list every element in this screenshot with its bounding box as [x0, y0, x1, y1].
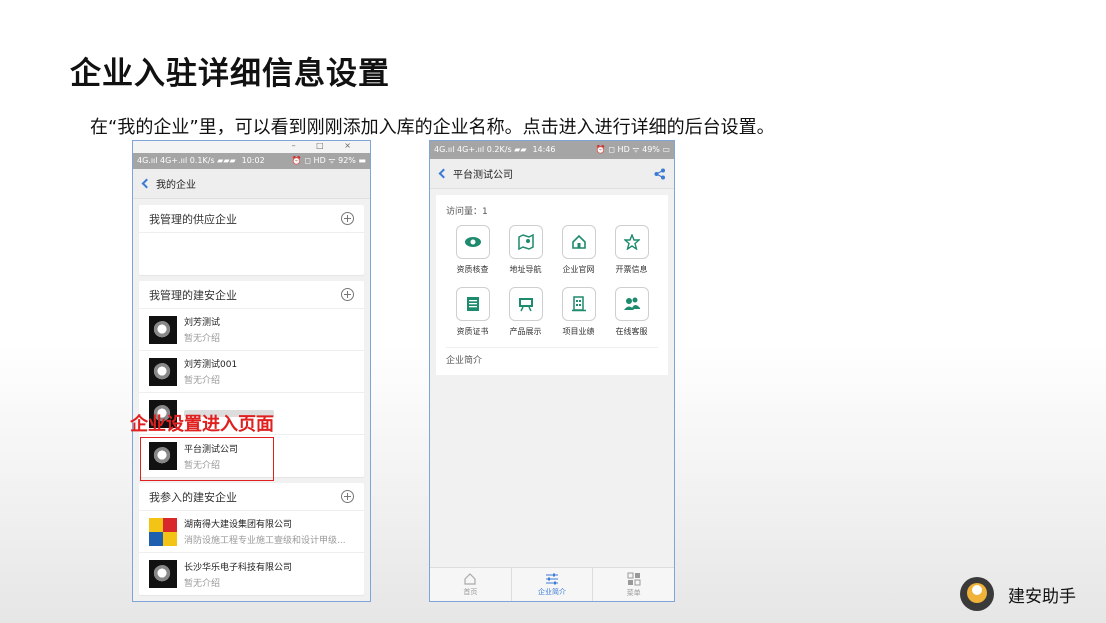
slide-description: 在“我的企业”里，可以看到刚刚添加入库的企业名称。点击进入进行详细的后台设置。 — [90, 117, 775, 138]
tile-label: 地址导航 — [509, 265, 542, 274]
add-circle-icon[interactable] — [341, 288, 354, 301]
company-desc: 消防设施工程专业施工壹级和设计甲级... — [184, 536, 346, 546]
company-intro-label[interactable]: 企业简介 — [446, 347, 658, 375]
nav-bar: 我的企业 — [133, 169, 370, 199]
back-icon[interactable] — [141, 178, 152, 189]
tile-label: 产品展示 — [509, 327, 542, 336]
nav-title: 平台测试公司 — [453, 170, 513, 181]
status-bar: 4G.ııl 4G+.ııl 0.1K/s ▰▰▰ 10:02 ⏰ ◻ HD ᯤ … — [133, 153, 370, 169]
tile-label: 资质核查 — [456, 265, 489, 274]
grid-icon — [627, 572, 641, 585]
tile-label: 资质证书 — [456, 327, 489, 336]
status-bar: 4G.ııl 4G+.ııl 0.2K/s ▰▰ 14:46 ⏰ ◻ HD ᯤ 4… — [430, 141, 674, 159]
brand: 建安助手 — [960, 577, 1076, 611]
eye-icon — [455, 225, 490, 259]
company-name: 刘芳测试 — [184, 318, 221, 328]
users-icon — [614, 287, 649, 321]
nav-title: 我的企业 — [156, 180, 196, 191]
window-controls[interactable]: – □ × — [292, 141, 360, 150]
annotation-label: 企业设置进入页面 — [130, 414, 274, 435]
section-title: 我管理的供应企业 — [149, 212, 237, 226]
back-icon[interactable] — [438, 168, 449, 179]
sliders-icon — [546, 573, 558, 584]
tab-company-intro[interactable]: 企业简介 — [512, 568, 594, 601]
tile-label: 项目业绩 — [562, 327, 595, 336]
slide-title: 企业入驻详细信息设置 — [70, 56, 390, 92]
add-circle-icon[interactable] — [341, 490, 354, 503]
company-desc: 暂无介绍 — [184, 334, 221, 344]
bottom-tab-bar: 首页 企业简介 菜单 — [430, 567, 674, 601]
company-list-item-platform-test[interactable]: 平台测试公司 暂无介绍 — [139, 435, 364, 477]
company-name: 刘芳测试001 — [184, 360, 238, 370]
status-signal: 4G.ııl 4G+.ııl 0.2K/s ▰▰ — [434, 145, 527, 154]
add-circle-icon[interactable] — [341, 212, 354, 225]
building-icon — [561, 287, 596, 321]
company-logo — [149, 442, 177, 470]
managed-companies-section: 我管理的建安企业 刘芳测试 暂无介绍 刘芳测试001 暂无介绍 平台测试公司 暂… — [139, 281, 364, 477]
company-desc: 暂无介绍 — [184, 578, 221, 589]
empty-list — [139, 233, 364, 275]
supply-companies-section: 我管理的供应企业 — [139, 205, 364, 275]
company-list-item[interactable]: 刘芳测试 暂无介绍 — [139, 309, 364, 351]
nav-bar: 平台测试公司 — [430, 159, 674, 189]
share-icon[interactable] — [654, 168, 666, 183]
phone-screenshot-my-companies: – □ × 4G.ııl 4G+.ııl 0.1K/s ▰▰▰ 10:02 ⏰ ◻… — [132, 140, 371, 602]
company-name: 平台测试公司 — [184, 444, 239, 455]
company-list-item[interactable]: 长沙华乐电子科技有限公司 暂无介绍 — [139, 553, 364, 595]
company-logo — [149, 315, 177, 344]
tile-label: 企业官网 — [562, 265, 595, 274]
tab-label: 首页 — [463, 587, 478, 596]
company-name: 湖南得大建设集团有限公司 — [184, 520, 293, 530]
brand-name: 建安助手 — [1008, 586, 1076, 607]
home-icon — [561, 225, 596, 259]
brand-logo — [960, 577, 994, 611]
tab-home[interactable]: 首页 — [430, 568, 512, 601]
section-title: 我参入的建安企业 — [149, 490, 237, 504]
status-signal: 4G.ııl 4G+.ııl 0.1K/s ▰▰▰ — [137, 156, 236, 165]
easel-icon — [508, 287, 543, 321]
section-header: 我参入的建安企业 — [139, 483, 364, 511]
tile-official-website[interactable]: 企业官网 — [552, 225, 605, 275]
tile-product-showcase[interactable]: 产品展示 — [499, 287, 552, 337]
feature-grid: 资质核查 地址导航 企业官网 开票信息 资质证书 产品展示 项目业绩 在线客服 — [446, 225, 658, 347]
joined-companies-section: 我参入的建安企业 湖南得大建设集团有限公司 消防设施工程专业施工壹级和设计甲级.… — [139, 483, 364, 595]
section-header: 我管理的建安企业 — [139, 281, 364, 309]
tab-menu[interactable]: 菜单 — [593, 568, 674, 601]
visit-count: 访问量：1 — [446, 207, 488, 217]
tile-label: 开票信息 — [615, 265, 648, 274]
tile-online-support[interactable]: 在线客服 — [605, 287, 658, 337]
section-header: 我管理的供应企业 — [139, 205, 364, 233]
section-title: 我管理的建安企业 — [149, 288, 237, 302]
company-logo — [149, 517, 177, 546]
company-logo — [149, 560, 177, 588]
status-time: 14:46 — [532, 145, 556, 154]
tile-qualification-check[interactable]: 资质核查 — [446, 225, 499, 275]
company-name: 长沙华乐电子科技有限公司 — [184, 562, 293, 573]
company-list-item[interactable]: 刘芳测试001 暂无介绍 — [139, 351, 364, 393]
star-icon — [614, 225, 649, 259]
company-desc: 暂无介绍 — [184, 376, 221, 386]
tab-label: 菜单 — [626, 588, 641, 597]
home-icon — [464, 572, 476, 585]
map-icon — [508, 225, 543, 259]
company-panel: 访问量：1 资质核查 地址导航 企业官网 开票信息 资质证书 产品展示 项目业绩… — [436, 195, 668, 375]
certificate-icon — [455, 287, 490, 321]
window-titlebar: – □ × — [133, 141, 370, 153]
tab-label: 企业简介 — [538, 587, 566, 596]
company-list-item[interactable]: 湖南得大建设集团有限公司 消防设施工程专业施工壹级和设计甲级... — [139, 511, 364, 553]
tile-label: 在线客服 — [615, 327, 648, 336]
company-desc: 暂无介绍 — [184, 460, 221, 471]
phone-screenshot-company-page: 4G.ııl 4G+.ııl 0.2K/s ▰▰ 14:46 ⏰ ◻ HD ᯤ 4… — [429, 140, 675, 602]
tile-project-performance[interactable]: 项目业绩 — [552, 287, 605, 337]
tile-qualification-certificate[interactable]: 资质证书 — [446, 287, 499, 337]
status-indicators: ⏰ ◻ HD ᯤ 92% ▬ — [291, 156, 366, 165]
status-time: 10:02 — [241, 156, 265, 165]
tile-invoice-info[interactable]: 开票信息 — [605, 225, 658, 275]
tile-address-navigation[interactable]: 地址导航 — [499, 225, 552, 275]
company-logo — [149, 357, 177, 386]
status-indicators: ⏰ ◻ HD ᯤ 49% ▭ — [595, 145, 670, 154]
